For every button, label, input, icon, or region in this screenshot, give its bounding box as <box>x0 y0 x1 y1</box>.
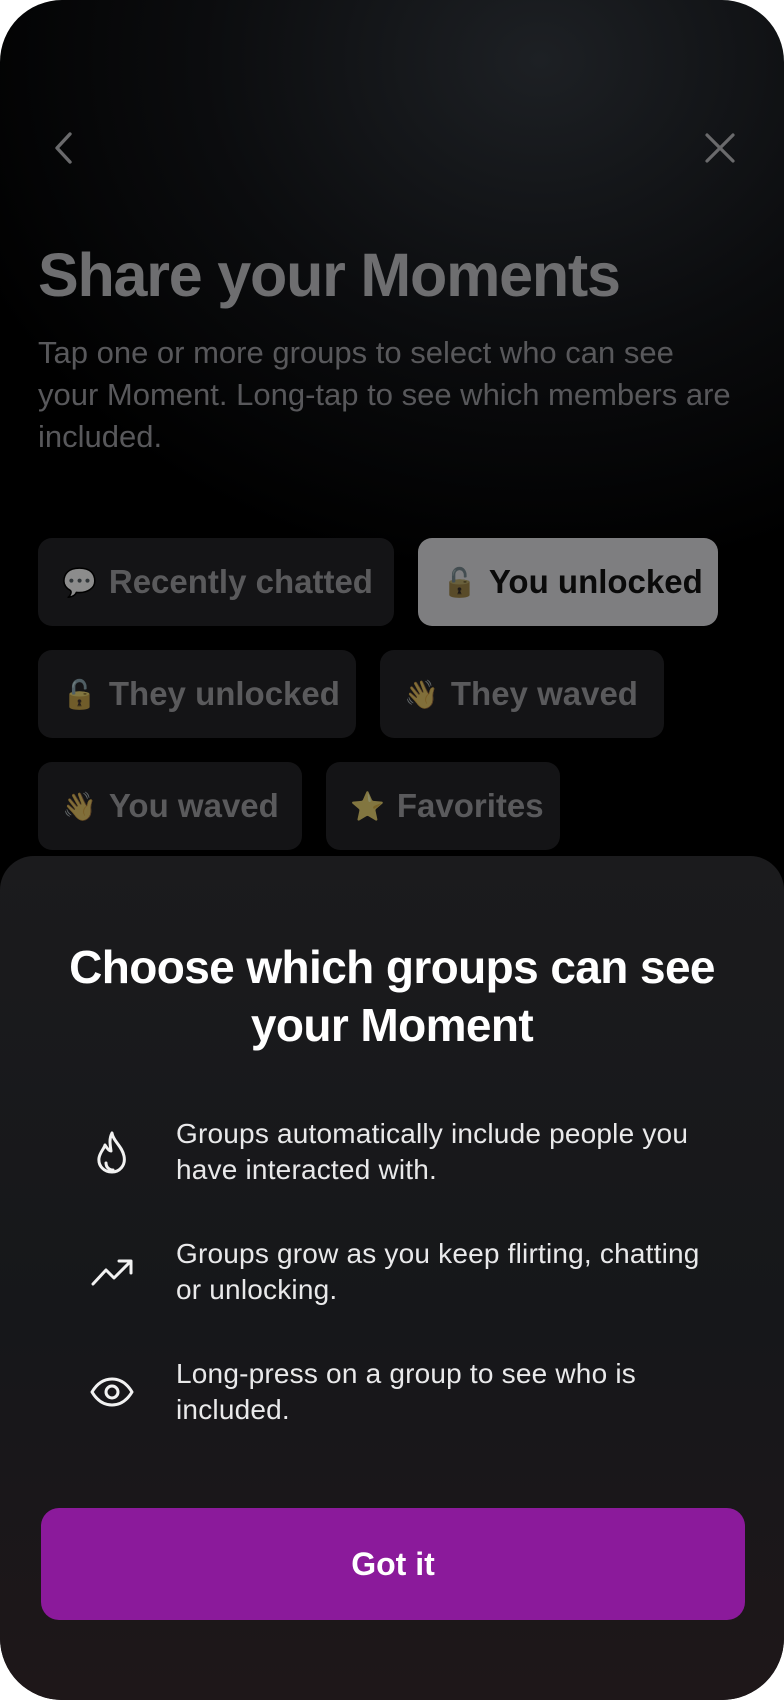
page-title: Share your Moments <box>38 241 621 309</box>
trending-up-icon <box>84 1244 140 1300</box>
group-chip-they-unlocked[interactable]: 🔓 They unlocked <box>38 650 356 738</box>
group-chip-they-waved[interactable]: 👋 They waved <box>380 650 664 738</box>
screen: Share your Moments Tap one or more group… <box>0 0 784 1700</box>
chip-label: They waved <box>450 675 638 712</box>
info-bottom-sheet: Choose which groups can see your Moment … <box>0 856 784 1700</box>
chip-label: They unlocked <box>108 675 340 712</box>
group-chip-favorites[interactable]: ⭐ Favorites <box>326 762 560 850</box>
waving-hand-icon: 👋 <box>404 678 439 710</box>
tip-item: Long-press on a group to see who is incl… <box>84 1356 724 1428</box>
chip-label: You unlocked <box>488 563 703 600</box>
group-chip-recently-chatted[interactable]: 💬 Recently chatted <box>38 538 394 626</box>
star-icon: ⭐ <box>350 790 385 822</box>
page-subtitle: Tap one or more groups to select who can… <box>38 335 731 454</box>
group-chip-you-waved[interactable]: 👋 You waved <box>38 762 302 850</box>
chip-label: Recently chatted <box>108 563 373 600</box>
tip-text: Groups grow as you keep flirting, chatti… <box>176 1238 700 1305</box>
chevron-left-icon <box>55 132 72 164</box>
tip-item: Groups grow as you keep flirting, chatti… <box>84 1236 724 1308</box>
flame-icon <box>84 1124 140 1180</box>
chip-label: Favorites <box>396 787 544 824</box>
back-button[interactable] <box>32 116 96 180</box>
got-it-button[interactable]: Got it <box>41 1508 745 1620</box>
close-button[interactable] <box>688 116 752 180</box>
tip-text: Long-press on a group to see who is incl… <box>176 1358 636 1425</box>
unlocked-padlock-icon: 🔓 <box>62 678 97 710</box>
waving-hand-icon: 👋 <box>62 790 97 822</box>
speech-bubble-icon: 💬 <box>62 566 97 598</box>
sheet-title: Choose which groups can see your Moment <box>69 941 715 1051</box>
group-chip-you-unlocked[interactable]: 🔓 You unlocked <box>418 538 718 626</box>
close-icon <box>705 133 735 163</box>
unlocked-padlock-icon: 🔓 <box>442 566 477 598</box>
tip-text: Groups automatically include people you … <box>176 1118 689 1185</box>
eye-icon <box>84 1364 140 1420</box>
chip-label: You waved <box>108 787 279 824</box>
tip-item: Groups automatically include people you … <box>84 1116 724 1188</box>
